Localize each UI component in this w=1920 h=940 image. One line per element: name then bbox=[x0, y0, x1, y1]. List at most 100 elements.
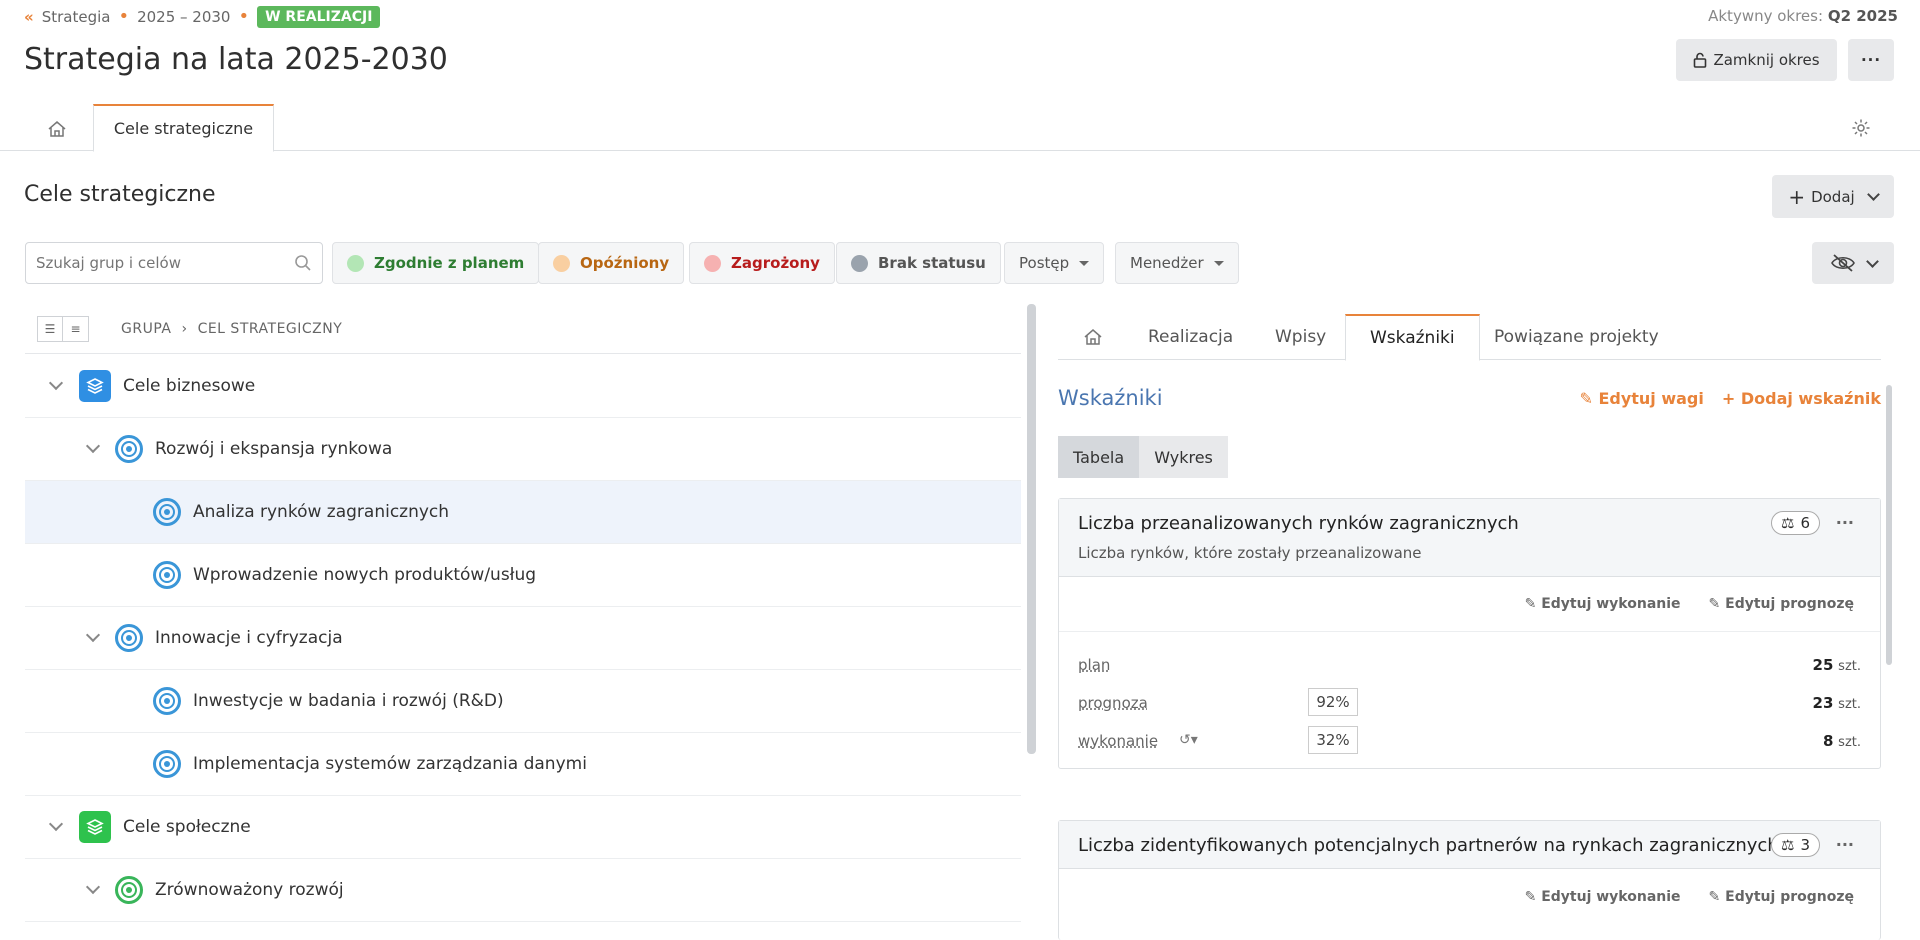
status-dot-icon bbox=[553, 254, 570, 272]
close-period-button[interactable]: Zamknij okres bbox=[1676, 39, 1837, 81]
crumb-group: GRUPA bbox=[121, 320, 172, 337]
detail-tab-home[interactable] bbox=[1082, 314, 1104, 360]
flat-view-icon[interactable]: ☰ bbox=[37, 315, 63, 342]
tree-goal-row[interactable]: Analiza rynków zagranicznych bbox=[25, 481, 1021, 544]
breadcrumb-root[interactable]: Strategia bbox=[42, 8, 111, 26]
tree-group-row[interactable]: Cele biznesowe bbox=[25, 355, 1021, 418]
unit-label: szt. bbox=[1838, 697, 1861, 712]
view-chart-button[interactable]: Wykres bbox=[1139, 436, 1228, 478]
unit-label: szt. bbox=[1838, 735, 1861, 750]
filter-label: Opóźniony bbox=[580, 254, 670, 272]
status-dot-icon bbox=[851, 254, 868, 272]
tree-goal-row[interactable]: Zrównoważony rozwój bbox=[25, 859, 1021, 922]
status-badge: W REALIZACJI bbox=[257, 6, 381, 28]
chevron-down-icon bbox=[1865, 254, 1879, 268]
tab-cele-strategiczne[interactable]: Cele strategiczne bbox=[93, 104, 274, 152]
tree-group-row[interactable]: Cele społeczne bbox=[25, 796, 1021, 859]
edit-row: ✎ Edytuj wykonanie ✎ Edytuj prognozę bbox=[1059, 869, 1880, 924]
manager-dropdown[interactable]: Menedżer bbox=[1115, 242, 1239, 284]
chevron-down-icon[interactable] bbox=[48, 816, 64, 832]
settings-tab[interactable] bbox=[1850, 117, 1872, 139]
chevron-down-icon[interactable] bbox=[85, 879, 101, 895]
tree-goal-row[interactable]: Implementacja systemów zarządzania danym… bbox=[25, 733, 1021, 796]
edit-icon: ✎ bbox=[1708, 596, 1721, 612]
tree-row-label: Zrównoważony rozwój bbox=[155, 880, 344, 900]
edit-weights-link[interactable]: ✎ Edytuj wagi bbox=[1579, 389, 1703, 408]
edit-forecast-link[interactable]: ✎ Edytuj prognozę bbox=[1709, 596, 1854, 612]
indicator-card: Liczba zidentyfikowanych potencjalnych p… bbox=[1058, 820, 1881, 940]
crumb-goal: CEL STRATEGICZNY bbox=[197, 320, 343, 337]
more-button[interactable]: ··· bbox=[1848, 39, 1894, 81]
home-icon bbox=[48, 121, 66, 137]
tab-realizacja[interactable]: Realizacja bbox=[1148, 314, 1233, 360]
edit-execution-label: Edytuj wykonanie bbox=[1541, 888, 1681, 905]
progress-dropdown[interactable]: Postęp bbox=[1004, 242, 1105, 284]
home-tab[interactable] bbox=[46, 118, 68, 140]
indicator-card-header: Liczba zidentyfikowanych potencjalnych p… bbox=[1059, 821, 1880, 869]
tab-wskazniki[interactable]: Wskaźniki bbox=[1345, 314, 1480, 361]
plan-label: plan bbox=[1078, 656, 1111, 674]
progress-dropdown-label: Postęp bbox=[1019, 254, 1070, 272]
status-dot-icon bbox=[704, 254, 721, 272]
left-scrollbar[interactable] bbox=[1027, 304, 1036, 754]
edit-icon: ✎ bbox=[1708, 888, 1721, 905]
filter-label: Zagrożony bbox=[731, 254, 820, 272]
edit-forecast-label: Edytuj prognozę bbox=[1725, 596, 1854, 612]
chevron-down-icon[interactable] bbox=[85, 438, 101, 454]
tree-row-label: Innowacje i cyfryzacja bbox=[155, 628, 343, 648]
tab-wpisy[interactable]: Wpisy bbox=[1275, 314, 1326, 360]
plan-number: 25 bbox=[1812, 656, 1834, 674]
edit-icon: ✎ bbox=[1579, 389, 1593, 408]
unit-label: szt. bbox=[1838, 659, 1861, 674]
search-input[interactable] bbox=[36, 254, 276, 272]
gear-icon bbox=[1852, 119, 1870, 137]
forecast-label: prognoza bbox=[1078, 694, 1148, 712]
indicator-description: Liczba rynków, które zostały przeanalizo… bbox=[1078, 544, 1422, 562]
active-period-label: Aktywny okres: bbox=[1708, 7, 1824, 25]
edit-execution-link[interactable]: ✎ Edytuj wykonanie bbox=[1525, 889, 1681, 905]
filter-threatened[interactable]: Zagrożony bbox=[689, 242, 835, 284]
visibility-button[interactable] bbox=[1812, 242, 1894, 284]
active-period-value: Q2 2025 bbox=[1827, 7, 1898, 25]
execution-number: 8 bbox=[1822, 732, 1834, 750]
indicator-menu-button[interactable]: ··· bbox=[1836, 835, 1854, 854]
tree-goal-row[interactable]: Innowacje i cyfryzacja bbox=[25, 607, 1021, 670]
add-indicator-label: Dodaj wskaźnik bbox=[1740, 389, 1881, 408]
search-box bbox=[25, 242, 323, 284]
edit-forecast-link[interactable]: ✎ Edytuj prognozę bbox=[1709, 889, 1854, 905]
tree-row-label: Wprowadzenie nowych produktów/usług bbox=[193, 565, 537, 585]
page-title: Strategia na lata 2025-2030 bbox=[24, 42, 448, 77]
view-table-button[interactable]: Tabela bbox=[1058, 436, 1140, 478]
main-tabs: Cele strategiczne bbox=[0, 104, 1920, 152]
tree-goal-row[interactable]: Wprowadzenie nowych produktów/usług bbox=[25, 544, 1021, 607]
tree-goal-row[interactable]: Inwestycje w badania i rozwój (R&D) bbox=[25, 670, 1021, 733]
tree-row-label: Cele społeczne bbox=[123, 817, 251, 837]
filter-no-status[interactable]: Brak statusu bbox=[836, 242, 1001, 284]
back-chevron-icon[interactable]: « bbox=[24, 8, 34, 26]
search-icon[interactable] bbox=[294, 254, 312, 272]
chevron-down-icon bbox=[1866, 188, 1880, 201]
right-scrollbar[interactable] bbox=[1886, 385, 1892, 665]
add-button[interactable]: + Dodaj bbox=[1772, 175, 1894, 218]
tab-powiazane-projekty[interactable]: Powiązane projekty bbox=[1494, 314, 1659, 360]
layers-icon bbox=[79, 370, 111, 402]
chevron-down-icon[interactable] bbox=[85, 627, 101, 643]
execution-row: wykonanie ↺▾ 32% 8 szt. bbox=[1059, 722, 1880, 760]
weight-badge[interactable]: ⚖ 6 bbox=[1771, 511, 1820, 535]
edit-execution-link[interactable]: ✎ Edytuj wykonanie bbox=[1525, 596, 1681, 612]
detail-panel: Realizacja Wpisy Wskaźniki Powiązane pro… bbox=[1042, 304, 1895, 940]
tree-view-icon[interactable]: ≡ bbox=[63, 315, 89, 342]
add-indicator-link[interactable]: + Dodaj wskaźnik bbox=[1722, 389, 1881, 408]
separator-dot: • bbox=[238, 6, 250, 27]
tree-goal-row[interactable]: Rozwój i ekspansja rynkowa bbox=[25, 418, 1021, 481]
status-dot-icon bbox=[347, 254, 364, 272]
indicator-card: Liczba przeanalizowanych rynków zagranic… bbox=[1058, 498, 1881, 769]
weight-badge[interactable]: ⚖ 3 bbox=[1771, 833, 1820, 857]
indicator-menu-button[interactable]: ··· bbox=[1836, 513, 1854, 532]
forecast-row: prognoza 92% 23 szt. bbox=[1059, 684, 1880, 722]
tree-row-label: Implementacja systemów zarządzania danym… bbox=[193, 754, 587, 774]
chevron-down-icon[interactable] bbox=[48, 375, 64, 391]
filter-delayed[interactable]: Opóźniony bbox=[538, 242, 685, 284]
history-icon[interactable]: ↺▾ bbox=[1179, 732, 1198, 748]
filter-on-plan[interactable]: Zgodnie z planem bbox=[332, 242, 540, 284]
